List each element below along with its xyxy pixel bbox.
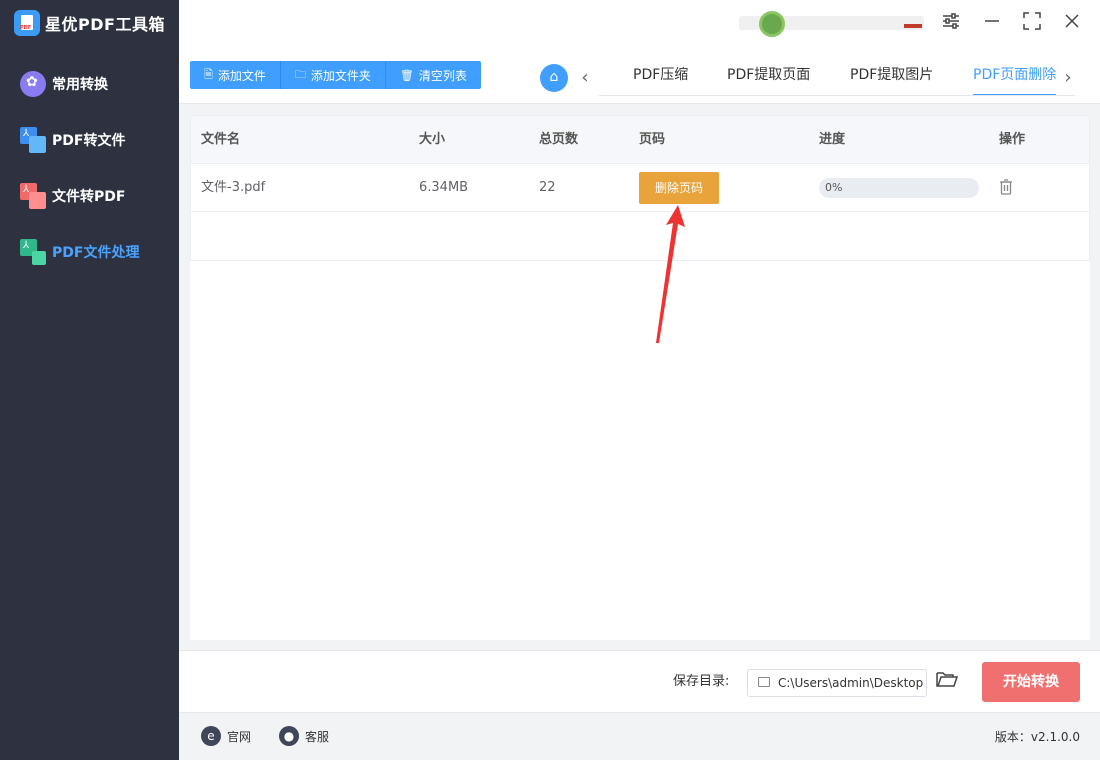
save-dir-label: 保存目录: [673, 674, 730, 689]
website-link[interactable]: e 官网 [201, 726, 251, 746]
tab-pdf-compress[interactable]: PDF压缩 [633, 62, 688, 95]
close-icon[interactable] [1060, 12, 1084, 36]
sidebar-item-common-convert[interactable]: 常用转换 [20, 70, 108, 98]
col-actions: 操作 [999, 132, 1026, 147]
progress-bar: 0% [819, 178, 979, 198]
file-to-pdf-icon: ⅄ [20, 183, 46, 209]
sidebar-item-label: 常用转换 [52, 77, 108, 93]
toolbar: 🗎 添加文件 🗀 添加文件夹 🗑 清空列表 ⌂ ‹ PDF压缩 PDF提取页面 … [179, 48, 1100, 104]
file-size: 6.34MB [419, 180, 469, 195]
add-file-label: 添加文件 [217, 68, 266, 83]
col-total-pages: 总页数 [539, 132, 579, 147]
col-page-numbers: 页码 [639, 132, 666, 147]
tab-prev-chevron-icon[interactable]: ‹ [576, 64, 594, 92]
output-bar: 保存目录: C:\Users\admin\Desktop 开始转换 [179, 650, 1100, 712]
user-avatar[interactable] [759, 11, 785, 37]
sidebar-item-label: PDF转文件 [52, 133, 126, 149]
footer: e 官网 ● 客服 版本：v2.1.0.0 [179, 712, 1100, 760]
open-folder-icon[interactable] [936, 670, 960, 694]
clear-list-label: 清空列表 [418, 68, 467, 83]
pdf-to-file-icon: ⅄ [20, 127, 46, 153]
clear-list-button[interactable]: 🗑 清空列表 [386, 61, 481, 89]
save-dir-value: C:\Users\admin\Desktop [778, 676, 924, 690]
chat-bubble-icon: ● [279, 726, 299, 746]
support-label: 客服 [305, 729, 330, 744]
grid-flower-icon [20, 71, 46, 97]
home-icon[interactable]: ⌂ [540, 64, 568, 92]
start-convert-button[interactable]: 开始转换 [982, 662, 1080, 702]
add-folder-label: 添加文件夹 [310, 68, 371, 83]
table-row-empty [191, 212, 1089, 260]
app-title: 星优PDF工具箱 [45, 15, 165, 34]
settings-sliders-icon[interactable] [939, 12, 963, 36]
document-icon: 🗎 [204, 67, 213, 81]
file-button-group: 🗎 添加文件 🗀 添加文件夹 🗑 清空列表 [190, 61, 481, 89]
tab-pdf-extract-pages[interactable]: PDF提取页面 [727, 62, 810, 95]
sidebar-item-pdf-to-file[interactable]: ⅄ PDF转文件 [20, 126, 125, 154]
delete-row-trash-icon[interactable] [999, 179, 1015, 197]
website-label: 官网 [227, 729, 252, 744]
file-total-pages: 22 [539, 180, 556, 195]
ie-globe-icon: e [201, 726, 221, 746]
sidebar-item-label: 文件转PDF [52, 189, 126, 205]
minimize-icon[interactable] [980, 12, 1004, 36]
tab-pdf-delete-pages[interactable]: PDF页面删除 [973, 62, 1057, 95]
title-bar [179, 0, 1100, 48]
trash-icon: 🗑 [399, 68, 414, 82]
app-brand: 星优PDF工具箱 [14, 9, 165, 37]
sidebar-item-label: PDF文件处理 [52, 245, 140, 261]
folder-icon: 🗀 [294, 67, 306, 81]
sidebar-item-pdf-process[interactable]: ⅄ PDF文件处理 [20, 238, 139, 266]
folder-outline-icon [758, 677, 770, 687]
table-row: 文件-3.pdf 6.34MB 22 删除页码 0% [191, 164, 1089, 212]
delete-pages-button[interactable]: 删除页码 [639, 172, 719, 204]
sidebar: 星优PDF工具箱 常用转换 ⅄ PDF转文件 ⅄ 文件转PDF ⅄ PDF文件处… [0, 0, 179, 760]
add-file-button[interactable]: 🗎 添加文件 [190, 61, 281, 89]
pdf-process-icon: ⅄ [20, 239, 46, 265]
tab-pdf-extract-images[interactable]: PDF提取图片 [850, 62, 933, 95]
version-text: 版本：v2.1.0.0 [994, 730, 1080, 744]
app-logo-icon [14, 10, 40, 36]
col-filename: 文件名 [201, 132, 241, 147]
tool-tabs: PDF压缩 PDF提取页面 PDF提取图片 PDF页面删除 [599, 62, 1075, 96]
file-list-panel: 文件名 大小 总页数 页码 进度 操作 文件-3.pdf 6.34MB 22 删… [190, 115, 1090, 640]
add-folder-button[interactable]: 🗀 添加文件夹 [281, 61, 386, 89]
table-header: 文件名 大小 总页数 页码 进度 操作 [191, 116, 1089, 164]
tab-next-chevron-icon[interactable]: › [1059, 64, 1077, 92]
support-link[interactable]: ● 客服 [279, 726, 329, 746]
save-dir-field[interactable]: C:\Users\admin\Desktop [747, 669, 927, 697]
file-name: 文件-3.pdf [201, 180, 266, 195]
maximize-icon[interactable] [1020, 12, 1044, 36]
col-progress: 进度 [819, 132, 846, 147]
col-size: 大小 [419, 132, 446, 147]
progress-text: 0% [825, 181, 843, 194]
file-table: 文件名 大小 总页数 页码 进度 操作 文件-3.pdf 6.34MB 22 删… [190, 115, 1090, 261]
sidebar-item-file-to-pdf[interactable]: ⅄ 文件转PDF [20, 182, 125, 210]
